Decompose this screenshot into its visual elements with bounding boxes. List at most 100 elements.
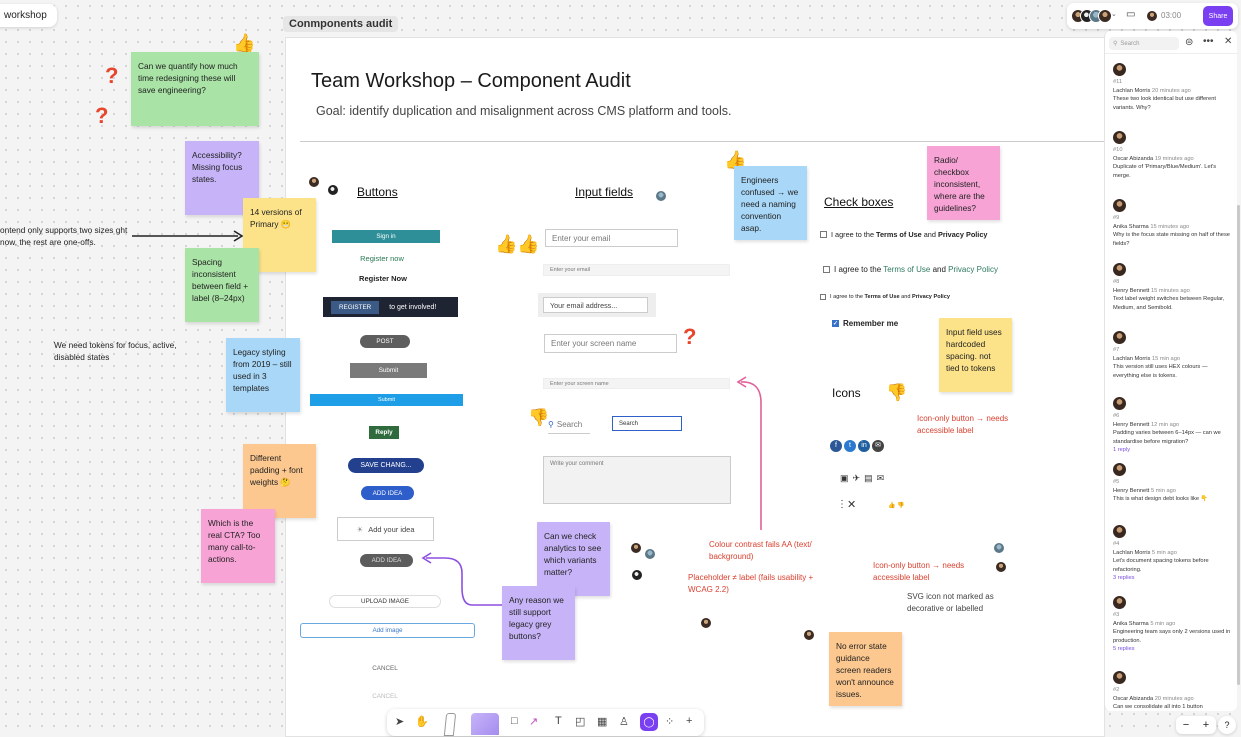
mail-icon[interactable]: ✉ bbox=[877, 473, 889, 483]
avatar[interactable] bbox=[995, 561, 1007, 573]
comment-item[interactable]: #9 Anika Sharma 15 minutes ago Why is the … bbox=[1113, 199, 1231, 248]
close-icon[interactable]: ✕ bbox=[847, 498, 856, 511]
checkbox[interactable] bbox=[823, 266, 830, 273]
frame-icon[interactable]: ◰ bbox=[575, 715, 585, 728]
twitter-icon[interactable]: t bbox=[844, 440, 856, 452]
comment-item[interactable]: #10 Oscar Abizanda 19 minutes ago Duplicat… bbox=[1113, 131, 1231, 180]
post-button[interactable]: POST bbox=[360, 335, 410, 348]
sticky-note[interactable]: Spacing inconsistent between field + lab… bbox=[185, 248, 259, 322]
thumbs-icons[interactable]: 👍 👎 bbox=[888, 502, 905, 509]
more-icon[interactable]: ⋮ bbox=[837, 499, 847, 510]
avatar[interactable] bbox=[993, 542, 1005, 554]
add-your-idea-button[interactable]: ☀ Add your idea bbox=[337, 517, 434, 541]
zoom-in-button[interactable]: + bbox=[1203, 719, 1209, 731]
replies-link[interactable]: 5 replies bbox=[1113, 645, 1231, 654]
note-colour-contrast[interactable]: Colour contrast fails AA (text/ backgrou… bbox=[709, 539, 829, 562]
comment-item[interactable]: #11 Lachlan Morris 20 minutes ago These tw… bbox=[1113, 63, 1231, 112]
comment-item[interactable]: #3 Anika Sharma 5 min ago Engineering team… bbox=[1113, 596, 1231, 654]
submit-button[interactable]: Submit bbox=[350, 363, 427, 378]
sticky-note[interactable]: Can we quantify how much time redesignin… bbox=[131, 52, 259, 126]
avatar[interactable] bbox=[631, 569, 643, 581]
facebook-icon[interactable]: ▣ bbox=[840, 473, 853, 483]
search-field[interactable]: ⚲ Search bbox=[548, 416, 590, 434]
layout-icon[interactable]: ▭ bbox=[1126, 9, 1135, 20]
sticky-note[interactable]: Which is the real CTA? Too many call-to-… bbox=[201, 509, 275, 583]
comment-item[interactable]: #2 Oscar Abizanda 20 minutes ago Can we co… bbox=[1113, 671, 1231, 712]
zoom-out-button[interactable]: − bbox=[1183, 719, 1189, 731]
add-image-button[interactable]: Add image bbox=[300, 623, 475, 638]
chevron-down-icon[interactable]: ⌄ bbox=[1111, 10, 1117, 18]
add-icon[interactable]: + bbox=[686, 715, 692, 727]
replies-link[interactable]: 1 reply bbox=[1113, 446, 1231, 455]
sticky-note[interactable]: Engineers confused → we need a naming co… bbox=[734, 166, 807, 240]
timer[interactable]: 03:00 bbox=[1146, 8, 1194, 23]
sticky-note[interactable]: Can we check analytics to see which vari… bbox=[537, 522, 610, 596]
avatar[interactable] bbox=[655, 190, 667, 202]
filter-icon[interactable]: ⊜ bbox=[1185, 37, 1193, 48]
replies-link[interactable]: 3 replies bbox=[1113, 574, 1231, 583]
avatar[interactable] bbox=[630, 542, 642, 554]
facebook-icon[interactable]: f bbox=[830, 440, 842, 452]
remember-me-checkbox[interactable]: ✓ Remember me bbox=[832, 319, 898, 328]
avatar[interactable] bbox=[327, 184, 339, 196]
save-changes-button[interactable]: SAVE CHANG... bbox=[348, 458, 424, 473]
twitter-icon[interactable]: ✈ bbox=[853, 473, 865, 483]
comments-search[interactable]: ⚲ Search bbox=[1109, 37, 1179, 50]
text-icon[interactable]: T bbox=[555, 715, 562, 727]
avatar[interactable] bbox=[644, 548, 656, 560]
email-address-field[interactable]: Your email address... bbox=[543, 297, 648, 313]
register-now-button[interactable]: Register Now bbox=[350, 272, 416, 284]
note-frontend-sizes[interactable]: ontend only supports two sizes ght now, … bbox=[0, 224, 130, 248]
checkbox[interactable] bbox=[820, 294, 826, 300]
comment-item[interactable]: #6 Henry Bennett 12 min ago Padding varies… bbox=[1113, 397, 1231, 455]
more-icon[interactable]: ••• bbox=[1203, 36, 1214, 47]
sticky-note[interactable]: Input field uses hardcoded spacing. not … bbox=[939, 318, 1012, 392]
linkedin-icon[interactable]: ▤ bbox=[864, 473, 877, 483]
add-idea-grey-button[interactable]: ADD IDEA bbox=[360, 554, 413, 567]
comment-item[interactable]: #8 Henry Bennett 15 minutes ago Text label… bbox=[1113, 263, 1231, 312]
cancel-button[interactable]: CANCEL bbox=[365, 662, 405, 674]
reply-button[interactable]: Reply bbox=[369, 426, 399, 439]
avatar[interactable] bbox=[700, 617, 712, 629]
cancel-disabled-button[interactable]: CANCEL bbox=[365, 690, 405, 702]
mail-icon[interactable]: ✉ bbox=[872, 440, 884, 452]
search-box[interactable]: Search bbox=[612, 416, 682, 431]
board-name-tab[interactable]: workshop bbox=[0, 4, 57, 27]
terms-checkbox-2[interactable]: I agree to the Terms of Use and Privacy … bbox=[823, 265, 998, 274]
comment-item[interactable]: #7 Lachlan Morris 15 min ago This version … bbox=[1113, 331, 1231, 380]
share-button[interactable]: Share bbox=[1203, 6, 1233, 26]
sticky-note[interactable]: Different padding + font weights 🤔 bbox=[243, 444, 316, 518]
checkbox-checked[interactable]: ✓ bbox=[832, 320, 839, 327]
terms-checkbox-1[interactable]: I agree to the Terms of Use and Privacy … bbox=[820, 230, 987, 239]
shape-icon[interactable]: □ bbox=[511, 715, 518, 727]
note-icon-only-button-2[interactable]: Icon-only button → needs accessible labe… bbox=[873, 560, 983, 583]
screen-name-field-small[interactable]: Enter your screen name bbox=[543, 378, 730, 389]
email-field[interactable]: Enter your email bbox=[545, 229, 678, 247]
checkbox[interactable] bbox=[820, 231, 827, 238]
comment-textarea[interactable]: Write your comment bbox=[543, 456, 731, 504]
avatar[interactable] bbox=[308, 176, 320, 188]
sticky-note[interactable]: Any reason we still support legacy grey … bbox=[502, 586, 575, 660]
linkedin-icon[interactable]: in bbox=[858, 440, 870, 452]
register-banner-button[interactable]: REGISTER to get involved! bbox=[323, 297, 458, 317]
sign-in-button[interactable]: Sign in bbox=[332, 230, 440, 243]
frame-label[interactable]: Conmponents audit bbox=[283, 16, 399, 32]
register-now-link[interactable]: Register now bbox=[350, 252, 414, 264]
connector-icon[interactable]: ↗ bbox=[529, 715, 538, 728]
scrollbar[interactable] bbox=[1237, 205, 1240, 685]
sticky-note[interactable]: No error state guidance screen readers w… bbox=[829, 632, 902, 706]
terms-checkbox-3[interactable]: I agree to the Terms of Use and Privacy … bbox=[820, 294, 950, 300]
note-placeholder-label[interactable]: Placeholder ≠ label (fails usability + W… bbox=[688, 572, 828, 595]
comment-tool-icon[interactable]: ◯ bbox=[640, 713, 658, 731]
user-icon[interactable]: ♙ bbox=[619, 715, 629, 728]
help-button[interactable]: ? bbox=[1218, 716, 1236, 734]
highlighter-icon[interactable] bbox=[471, 713, 499, 735]
sticky-note[interactable]: Radio/ checkbox inconsistent, where are … bbox=[927, 146, 1000, 220]
add-idea-button[interactable]: ADD IDEA bbox=[361, 486, 414, 500]
collaborators-avatars[interactable] bbox=[1071, 8, 1112, 23]
avatar[interactable] bbox=[803, 629, 815, 641]
pen-icon[interactable] bbox=[443, 713, 457, 736]
apps-icon[interactable]: ⁘ bbox=[665, 715, 674, 728]
hand-icon[interactable]: ✋ bbox=[415, 715, 429, 728]
email-field-small[interactable]: Enter your email bbox=[543, 264, 730, 276]
